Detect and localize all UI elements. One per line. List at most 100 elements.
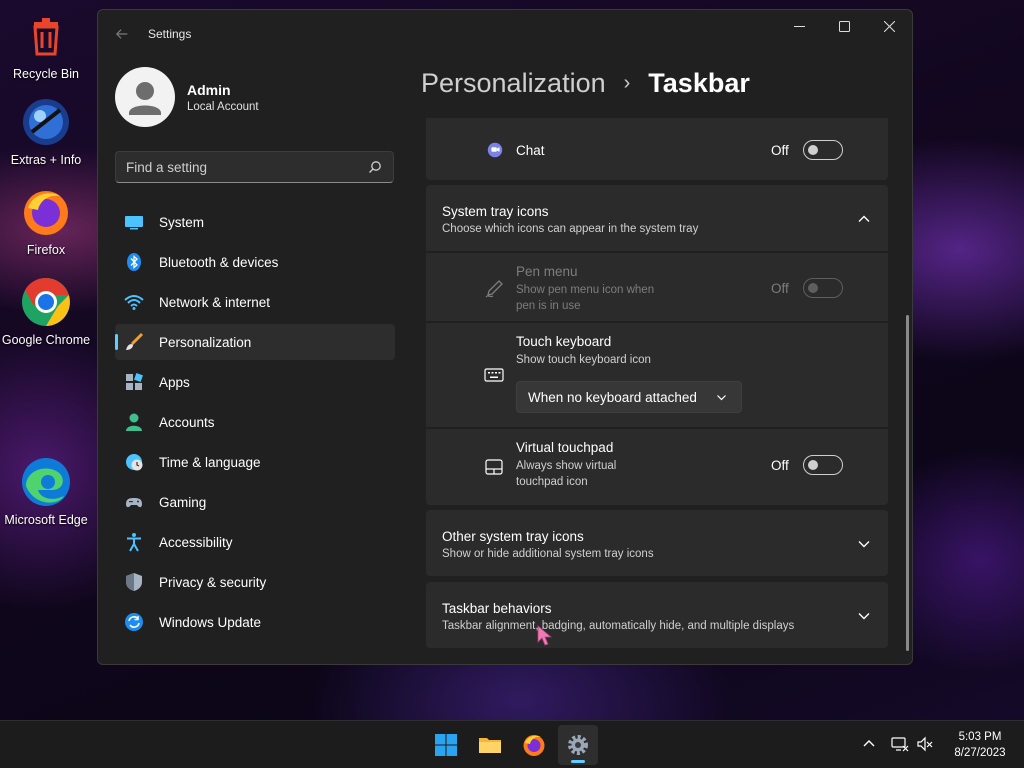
- virtual-touchpad-toggle-state: Off: [771, 458, 789, 473]
- window-title: Settings: [148, 27, 192, 41]
- sidebar-item-accounts[interactable]: Accounts: [115, 404, 395, 440]
- chat-toggle[interactable]: [803, 140, 843, 160]
- sidebar-item-personalization[interactable]: Personalization: [115, 324, 395, 360]
- desktop-icon-extras-info[interactable]: Extras + Info: [0, 96, 92, 169]
- desktop-icon-microsoft-edge[interactable]: Microsoft Edge: [0, 456, 92, 529]
- search-icon: [369, 161, 381, 173]
- close-button[interactable]: [866, 10, 912, 42]
- breadcrumb: Personalization › Taskbar: [421, 68, 750, 99]
- minimize-button[interactable]: [776, 10, 822, 42]
- profile-name: Admin: [187, 82, 231, 98]
- taskbar-file-explorer[interactable]: [470, 725, 510, 765]
- update-icon: [124, 612, 144, 632]
- monitor-icon: [124, 212, 144, 232]
- shield-icon: [124, 572, 144, 592]
- system-tray-icons-header[interactable]: System tray icons Choose which icons can…: [426, 185, 888, 251]
- user-icon: [129, 82, 161, 115]
- chat-toggle-state: Off: [771, 143, 789, 158]
- other-tray-title: Other system tray icons: [442, 529, 584, 544]
- taskbar-firefox[interactable]: [514, 725, 554, 765]
- minimize-icon: [793, 25, 805, 27]
- gamepad-icon: [124, 492, 144, 512]
- taskbar-behaviors-title: Taskbar behaviors: [442, 601, 552, 616]
- breadcrumb-separator: ›: [623, 72, 631, 94]
- scrollbar[interactable]: [906, 315, 909, 651]
- chevron-down-icon: [858, 613, 870, 620]
- arrow-left-icon: [115, 29, 128, 39]
- chevron-down-icon: [717, 395, 726, 401]
- avatar[interactable]: [115, 67, 175, 127]
- chrome-icon: [22, 277, 70, 326]
- sidebar-item-accessibility[interactable]: Accessibility: [115, 524, 395, 560]
- windows-logo-icon: [435, 734, 457, 756]
- title-bar: Settings: [98, 10, 912, 56]
- firefox-icon: [24, 191, 68, 235]
- chevron-up-icon: [858, 215, 870, 222]
- sidebar-item-network[interactable]: Network & internet: [115, 284, 395, 320]
- sidebar-item-apps[interactable]: Apps: [115, 364, 395, 400]
- touch-keyboard-setting-row: Touch keyboard Show touch keyboard icon …: [426, 323, 888, 427]
- pen-icon: [485, 280, 503, 298]
- touch-keyboard-description: Show touch keyboard icon: [516, 354, 651, 366]
- pen-menu-title: Pen menu: [516, 264, 578, 279]
- sidebar-item-label: Accessibility: [159, 534, 233, 550]
- taskbar-clock[interactable]: 5:03 PM 8/27/2023: [940, 729, 1020, 761]
- sidebar-item-windows-update[interactable]: Windows Update: [115, 604, 395, 640]
- system-tray-icons-group: System tray icons Choose which icons can…: [426, 185, 888, 505]
- back-button[interactable]: [112, 24, 132, 44]
- sidebar-item-label: Personalization: [159, 334, 252, 350]
- sidebar-item-label: Accounts: [159, 414, 215, 430]
- sidebar-item-system[interactable]: System: [115, 204, 395, 240]
- system-tray-icons-title: System tray icons: [442, 204, 549, 219]
- virtual-touchpad-title: Virtual touchpad: [516, 440, 614, 455]
- desktop-icon-label: Extras + Info: [10, 153, 82, 167]
- taskbar: 5:03 PM 8/27/2023: [0, 720, 1024, 768]
- virtual-touchpad-setting-row: Virtual touchpad Always show virtual tou…: [426, 429, 888, 505]
- sidebar-item-label: Gaming: [159, 494, 207, 510]
- virtual-touchpad-toggle[interactable]: [803, 455, 843, 475]
- sidebar-item-label: Windows Update: [159, 614, 262, 630]
- desktop-icon-label: Firefox: [26, 243, 66, 257]
- virtual-touchpad-description: Always show virtual touchpad icon: [516, 458, 616, 490]
- profile-account-type: Local Account: [187, 101, 259, 113]
- dropdown-selected-value: When no keyboard attached: [528, 389, 697, 405]
- taskbar-behaviors-row[interactable]: Taskbar behaviors Taskbar alignment, bad…: [426, 582, 888, 648]
- breadcrumb-parent[interactable]: Personalization: [421, 68, 606, 99]
- sidebar-item-time-language[interactable]: Time & language: [115, 444, 395, 480]
- desktop-icon-label: Recycle Bin: [13, 67, 79, 81]
- sidebar-item-bluetooth[interactable]: Bluetooth & devices: [115, 244, 395, 280]
- sidebar-item-label: Apps: [159, 374, 190, 390]
- desktop-icon-label: Microsoft Edge: [4, 513, 88, 527]
- sidebar-item-privacy-security[interactable]: Privacy & security: [115, 564, 395, 600]
- network-icon[interactable]: [891, 735, 909, 753]
- clock-date: 8/27/2023: [954, 747, 1006, 759]
- touch-keyboard-dropdown[interactable]: When no keyboard attached: [516, 381, 742, 413]
- chat-setting-row: Chat Off: [426, 118, 888, 180]
- desktop-icon-google-chrome[interactable]: Google Chrome: [0, 276, 92, 349]
- apps-grid-icon: [124, 372, 144, 392]
- maximize-button[interactable]: [821, 10, 867, 42]
- taskbar-settings[interactable]: [558, 725, 598, 765]
- accessibility-icon: [124, 532, 144, 552]
- sidebar-nav: System Bluetooth & devices Network & int…: [115, 204, 395, 644]
- gear-icon: [568, 735, 588, 755]
- pen-menu-toggle-state: Off: [771, 281, 789, 296]
- sidebar-item-gaming[interactable]: Gaming: [115, 484, 395, 520]
- bluetooth-icon: [124, 252, 144, 272]
- folder-icon: [479, 738, 501, 753]
- sidebar-item-label: Network & internet: [159, 294, 271, 310]
- desktop-icon-recycle-bin[interactable]: Recycle Bin: [0, 10, 92, 83]
- settings-window: Settings Admin Local Account System: [97, 9, 913, 665]
- other-system-tray-icons-row[interactable]: Other system tray icons Show or hide add…: [426, 510, 888, 576]
- edge-icon: [22, 458, 70, 506]
- desktop-icon-firefox[interactable]: Firefox: [0, 186, 92, 259]
- chevron-up-icon[interactable]: [860, 735, 878, 753]
- keyboard-icon: [484, 368, 504, 382]
- start-button[interactable]: [426, 725, 466, 765]
- sidebar-item-label: System: [159, 214, 205, 230]
- pen-menu-description-line: Show pen menu icon when: [516, 284, 655, 296]
- pen-menu-setting-row: Pen menu Show pen menu icon when pen is …: [426, 253, 888, 321]
- sidebar-item-label: Bluetooth & devices: [159, 254, 279, 270]
- search-input[interactable]: [115, 151, 394, 183]
- speaker-muted-icon[interactable]: [916, 735, 934, 753]
